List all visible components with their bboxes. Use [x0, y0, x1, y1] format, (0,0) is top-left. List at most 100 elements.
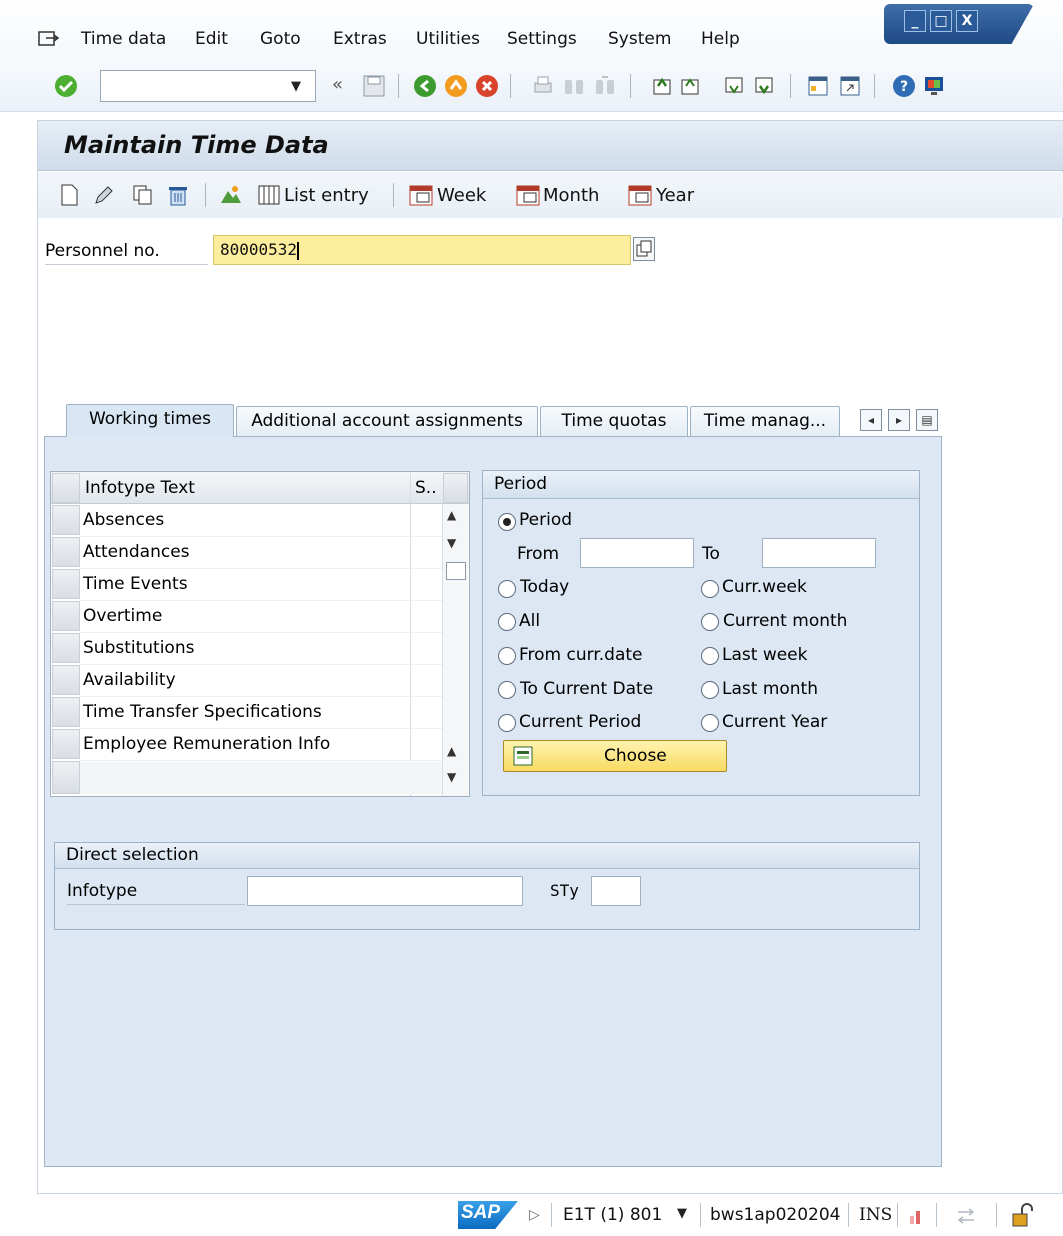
radio-current-period-label[interactable]: Current Period	[519, 712, 641, 732]
radio-period-label[interactable]: Period	[519, 510, 572, 530]
last-page-icon[interactable]	[752, 74, 776, 98]
scroll-page-up-icon[interactable]: ▲	[447, 744, 456, 758]
list-item[interactable]: Time Transfer Specifications	[83, 702, 322, 722]
save-icon[interactable]	[362, 74, 386, 98]
menu-settings[interactable]: Settings	[507, 29, 577, 49]
week-button[interactable]: Week	[437, 185, 486, 206]
security-lock-icon[interactable]	[1010, 1202, 1034, 1233]
from-date-input[interactable]	[580, 538, 694, 568]
radio-from-current-date[interactable]	[498, 647, 516, 665]
close-button[interactable]: X	[956, 10, 978, 32]
infotype-input[interactable]	[247, 876, 523, 906]
enter-check-icon[interactable]	[54, 74, 78, 98]
row-selector[interactable]	[52, 697, 80, 727]
system-dropdown-icon[interactable]: ▼	[677, 1206, 687, 1221]
menu-edit[interactable]: Edit	[195, 29, 228, 49]
tab-working-times[interactable]: Working times	[66, 404, 234, 437]
list-item[interactable]: Substitutions	[83, 638, 194, 658]
radio-current-week-label[interactable]: Curr.week	[722, 577, 807, 597]
row-selector[interactable]	[52, 729, 80, 759]
radio-current-year-label[interactable]: Current Year	[722, 712, 827, 732]
multiple-selection-button[interactable]	[633, 237, 655, 261]
calendar-week-icon[interactable]	[409, 184, 433, 208]
maximize-button[interactable]: □	[930, 10, 952, 32]
scroll-page-down-icon[interactable]: ▼	[447, 770, 456, 784]
year-button[interactable]: Year	[656, 185, 694, 206]
radio-to-current-date-label[interactable]: To Current Date	[520, 679, 653, 699]
select-all-cell[interactable]	[52, 473, 80, 503]
menu-help[interactable]: Help	[701, 29, 740, 49]
subtype-input[interactable]	[591, 876, 641, 906]
status-expand-icon[interactable]: ▷	[529, 1207, 540, 1223]
first-page-icon[interactable]	[650, 74, 674, 98]
table-settings-cell[interactable]	[443, 473, 468, 503]
radio-current-period[interactable]	[498, 714, 516, 732]
menu-time-data[interactable]: Time data	[81, 29, 166, 49]
create-session-icon[interactable]	[806, 74, 830, 98]
scroll-down-icon[interactable]: ▼	[447, 536, 456, 550]
tab-time-management[interactable]: Time manag...	[690, 406, 840, 436]
print-icon[interactable]	[531, 74, 555, 98]
tab-scroll-right-icon[interactable]: ▸	[888, 409, 910, 431]
to-date-input[interactable]	[762, 538, 876, 568]
exit-icon[interactable]	[444, 74, 468, 98]
help-icon[interactable]: ?	[892, 74, 916, 98]
column-header-status[interactable]: S..	[415, 478, 437, 498]
list-entry-icon[interactable]	[257, 183, 281, 207]
list-item[interactable]: Absences	[83, 510, 164, 530]
list-item[interactable]: Employee Remuneration Info	[83, 734, 330, 754]
overview-mountain-icon[interactable]	[219, 183, 243, 207]
radio-to-current-date[interactable]	[498, 681, 516, 699]
tab-scroll-left-icon[interactable]: ◂	[860, 409, 882, 431]
chevron-down-icon[interactable]: ▼	[291, 79, 301, 94]
find-icon[interactable]	[562, 74, 586, 98]
radio-all-label[interactable]: All	[519, 611, 540, 631]
minimize-button[interactable]: _	[904, 10, 926, 32]
copy-icon[interactable]	[131, 183, 155, 207]
row-selector[interactable]	[52, 505, 80, 535]
list-item[interactable]: Attendances	[83, 542, 190, 562]
row-selector[interactable]	[52, 601, 80, 631]
back-double-chevron-icon[interactable]: «	[332, 74, 343, 95]
menu-extras[interactable]: Extras	[333, 29, 387, 49]
radio-last-week-label[interactable]: Last week	[722, 645, 807, 665]
radio-from-current-date-label[interactable]: From curr.date	[519, 645, 643, 665]
calendar-year-icon[interactable]	[628, 184, 652, 208]
previous-page-icon[interactable]	[678, 74, 702, 98]
row-selector[interactable]	[52, 569, 80, 599]
radio-last-month-label[interactable]: Last month	[722, 679, 818, 699]
radio-current-week[interactable]	[701, 580, 719, 598]
scroll-up-icon[interactable]: ▲	[447, 508, 456, 522]
row-selector[interactable]	[52, 665, 80, 695]
menu-utilities[interactable]: Utilities	[416, 29, 480, 49]
command-field[interactable]: ▼	[100, 70, 316, 102]
list-item[interactable]: Time Events	[83, 574, 188, 594]
radio-last-month[interactable]	[701, 681, 719, 699]
choose-button[interactable]: Choose	[503, 740, 727, 772]
radio-current-year[interactable]	[701, 714, 719, 732]
list-item[interactable]: Overtime	[83, 606, 162, 626]
customize-layout-icon[interactable]	[922, 74, 946, 98]
radio-all[interactable]	[498, 613, 516, 631]
row-selector[interactable]	[52, 633, 80, 663]
personnel-number-input[interactable]: 80000532	[213, 235, 631, 265]
menu-goto[interactable]: Goto	[260, 29, 301, 49]
cancel-icon[interactable]	[475, 74, 499, 98]
radio-period[interactable]	[498, 513, 516, 531]
shortcut-icon[interactable]	[838, 74, 862, 98]
radio-today[interactable]	[498, 580, 516, 598]
create-icon[interactable]	[58, 183, 82, 207]
tab-list-icon[interactable]: ▤	[916, 409, 938, 431]
calendar-month-icon[interactable]	[516, 184, 540, 208]
menu-icon[interactable]	[38, 30, 60, 48]
menu-system[interactable]: System	[608, 29, 671, 49]
row-selector[interactable]	[52, 537, 80, 567]
find-next-icon[interactable]	[593, 74, 617, 98]
radio-last-week[interactable]	[701, 647, 719, 665]
radio-today-label[interactable]: Today	[520, 577, 569, 597]
scroll-thumb[interactable]	[446, 562, 466, 580]
radio-current-month-label[interactable]: Current month	[723, 611, 847, 631]
radio-current-month[interactable]	[701, 613, 719, 631]
change-pencil-icon[interactable]	[92, 183, 116, 207]
delete-trash-icon[interactable]	[166, 183, 190, 207]
